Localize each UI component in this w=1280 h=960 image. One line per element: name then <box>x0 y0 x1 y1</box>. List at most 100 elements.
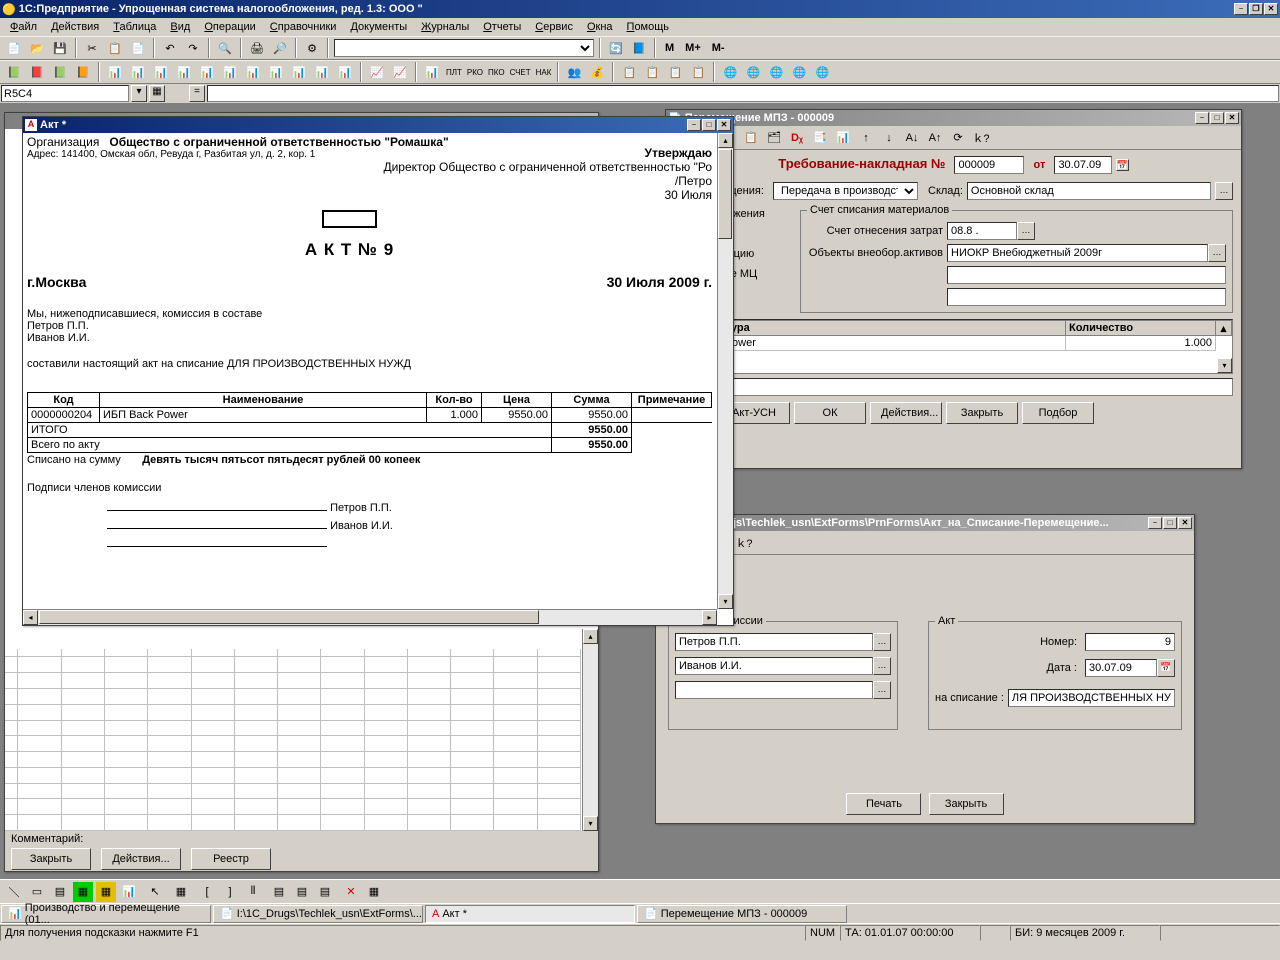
formula-input[interactable] <box>207 85 1279 102</box>
menu-refs[interactable]: Справочники <box>264 20 343 34</box>
tb-preview-icon[interactable]: 🔎 <box>270 38 290 58</box>
tb2-icon[interactable]: 📊 <box>243 62 263 82</box>
bg-reestr-button[interactable]: Реестр <box>191 848 271 870</box>
doc-date[interactable] <box>1054 156 1112 174</box>
bt-icon[interactable]: ▤ <box>50 882 70 902</box>
ok-button[interactable]: ОК <box>794 402 866 424</box>
fb-dropdown-icon[interactable]: ▾ <box>131 85 147 102</box>
scroll-up-icon[interactable]: ▴ <box>583 629 598 644</box>
tb2-icon[interactable]: 📋 <box>619 62 639 82</box>
doc-number[interactable] <box>954 156 1024 174</box>
item-qty-cell[interactable]: 1.000 <box>1066 336 1216 351</box>
ext-help-icon[interactable]: ｋ? <box>734 533 754 553</box>
calendar-icon[interactable]: 📅 <box>1157 659 1175 677</box>
tb2-icon[interactable]: 📊 <box>151 62 171 82</box>
close-button[interactable]: ✕ <box>1264 3 1278 15</box>
tb2-icon[interactable]: 📊 <box>197 62 217 82</box>
tb2-icon[interactable]: 🌐 <box>812 62 832 82</box>
acct-input[interactable] <box>947 222 1017 240</box>
sklad-input[interactable] <box>967 182 1211 200</box>
tb-mp-btn[interactable]: M+ <box>681 38 705 58</box>
mtb-icon[interactable]: 📋 <box>741 128 761 148</box>
minimize-button[interactable]: − <box>1148 517 1162 529</box>
tb2-icon[interactable]: 📗 <box>4 62 24 82</box>
comment-input[interactable] <box>692 378 1233 396</box>
extra-input-1[interactable] <box>947 266 1226 284</box>
scroll-down-icon[interactable]: ▾ <box>718 594 733 609</box>
scroll-right-icon[interactable]: ▸ <box>702 610 717 625</box>
menu-windows[interactable]: Окна <box>581 20 619 34</box>
tb-misc1-icon[interactable]: ⚙ <box>302 38 322 58</box>
tb-find-icon[interactable]: 🔍 <box>215 38 235 58</box>
tb2-icon[interactable]: 📕 <box>27 62 47 82</box>
tb-undo-icon[interactable]: ↶ <box>160 38 180 58</box>
bt-icon[interactable]: ▦ <box>96 882 116 902</box>
tb2-icon[interactable]: 📊 <box>105 62 125 82</box>
bt-icon[interactable]: ▭ <box>27 882 47 902</box>
tb-combo[interactable] <box>334 39 594 57</box>
date-input[interactable] <box>1085 659 1157 677</box>
bt-icon[interactable]: ⫴ <box>243 882 263 902</box>
tb2-icon[interactable]: 📋 <box>665 62 685 82</box>
menu-operations[interactable]: Операции <box>198 20 261 34</box>
tb2-pko-icon[interactable]: ПКО <box>487 62 506 82</box>
writeoff-input[interactable] <box>1008 689 1175 707</box>
tb2-icon[interactable]: 👥 <box>564 62 584 82</box>
close-button[interactable]: ✕ <box>717 119 731 131</box>
menu-table[interactable]: Таблица <box>107 20 162 34</box>
restore-button[interactable]: ❐ <box>1249 3 1263 15</box>
tb-m-btn[interactable]: M <box>661 38 678 58</box>
tb-new-icon[interactable]: 📄 <box>4 38 24 58</box>
scroll-thumb[interactable] <box>718 149 732 239</box>
calendar-icon[interactable]: 📅 <box>1116 159 1129 171</box>
tb2-icon[interactable]: 📊 <box>266 62 286 82</box>
tb2-icon[interactable]: 📈 <box>367 62 387 82</box>
obj-input[interactable] <box>947 244 1208 262</box>
scroll-thumb[interactable] <box>39 610 539 624</box>
mtb-icon[interactable]: 📊 <box>833 128 853 148</box>
fb-cell-icon[interactable]: ▦ <box>149 85 165 102</box>
select-icon[interactable]: … <box>1017 222 1035 240</box>
menu-help[interactable]: Помощь <box>621 20 676 34</box>
scroll-down-icon[interactable]: ▾ <box>1217 358 1232 373</box>
tb-cut-icon[interactable]: ✂ <box>82 38 102 58</box>
mtb-icon[interactable]: Dᵪ <box>787 128 807 148</box>
tb-print-icon[interactable]: 🖨 <box>247 38 267 58</box>
close-button[interactable]: Закрыть <box>929 793 1004 815</box>
tb2-nak-icon[interactable]: СЧЕТ <box>509 62 532 82</box>
minimize-button[interactable]: − <box>1234 3 1248 15</box>
tb2-icon[interactable]: 📊 <box>174 62 194 82</box>
scroll-down-icon[interactable]: ▾ <box>583 816 598 831</box>
member1-input[interactable] <box>675 633 873 651</box>
menu-actions[interactable]: Действия <box>45 20 105 34</box>
actions-button[interactable]: Действия... <box>870 402 942 424</box>
close-button[interactable]: Закрыть <box>946 402 1018 424</box>
tb-paste-icon[interactable]: 📄 <box>128 38 148 58</box>
taskbar-item-2[interactable]: 📄I:\1C_Drugs\Techlek_usn\ExtForms\... <box>213 905 423 923</box>
tb2-icon[interactable]: 📗 <box>50 62 70 82</box>
tb2-icon[interactable]: 🌐 <box>720 62 740 82</box>
fb-equals-icon[interactable]: = <box>189 85 205 102</box>
bt-icon[interactable]: ▤ <box>315 882 335 902</box>
tb2-icon[interactable]: 📙 <box>73 62 93 82</box>
bt-chart-icon[interactable]: 📊 <box>119 882 139 902</box>
mtb-icon[interactable]: 🗂 <box>764 128 784 148</box>
tb-mm-btn[interactable]: M- <box>708 38 729 58</box>
bt-icon[interactable]: ▤ <box>292 882 312 902</box>
taskbar-item-3[interactable]: ААкт * <box>425 905 635 923</box>
maximize-button[interactable]: □ <box>702 119 716 131</box>
move-type-select[interactable]: Передача в производство <box>773 182 918 200</box>
bt-pointer-icon[interactable]: ↖ <box>145 882 165 902</box>
select-icon[interactable]: … <box>873 657 891 675</box>
num-input[interactable] <box>1085 633 1175 651</box>
maximize-button[interactable]: □ <box>1163 517 1177 529</box>
tb2-icon[interactable]: 📋 <box>688 62 708 82</box>
mtb-icon[interactable]: 📑 <box>810 128 830 148</box>
tb2-chart-icon[interactable]: 📊 <box>422 62 442 82</box>
close-button[interactable]: ✕ <box>1178 517 1192 529</box>
tb-redo-icon[interactable]: ↷ <box>183 38 203 58</box>
menu-reports[interactable]: Отчеты <box>477 20 527 34</box>
tb-open-icon[interactable]: 📂 <box>27 38 47 58</box>
print-button[interactable]: Печать <box>846 793 921 815</box>
menu-file[interactable]: Файл <box>4 20 43 34</box>
